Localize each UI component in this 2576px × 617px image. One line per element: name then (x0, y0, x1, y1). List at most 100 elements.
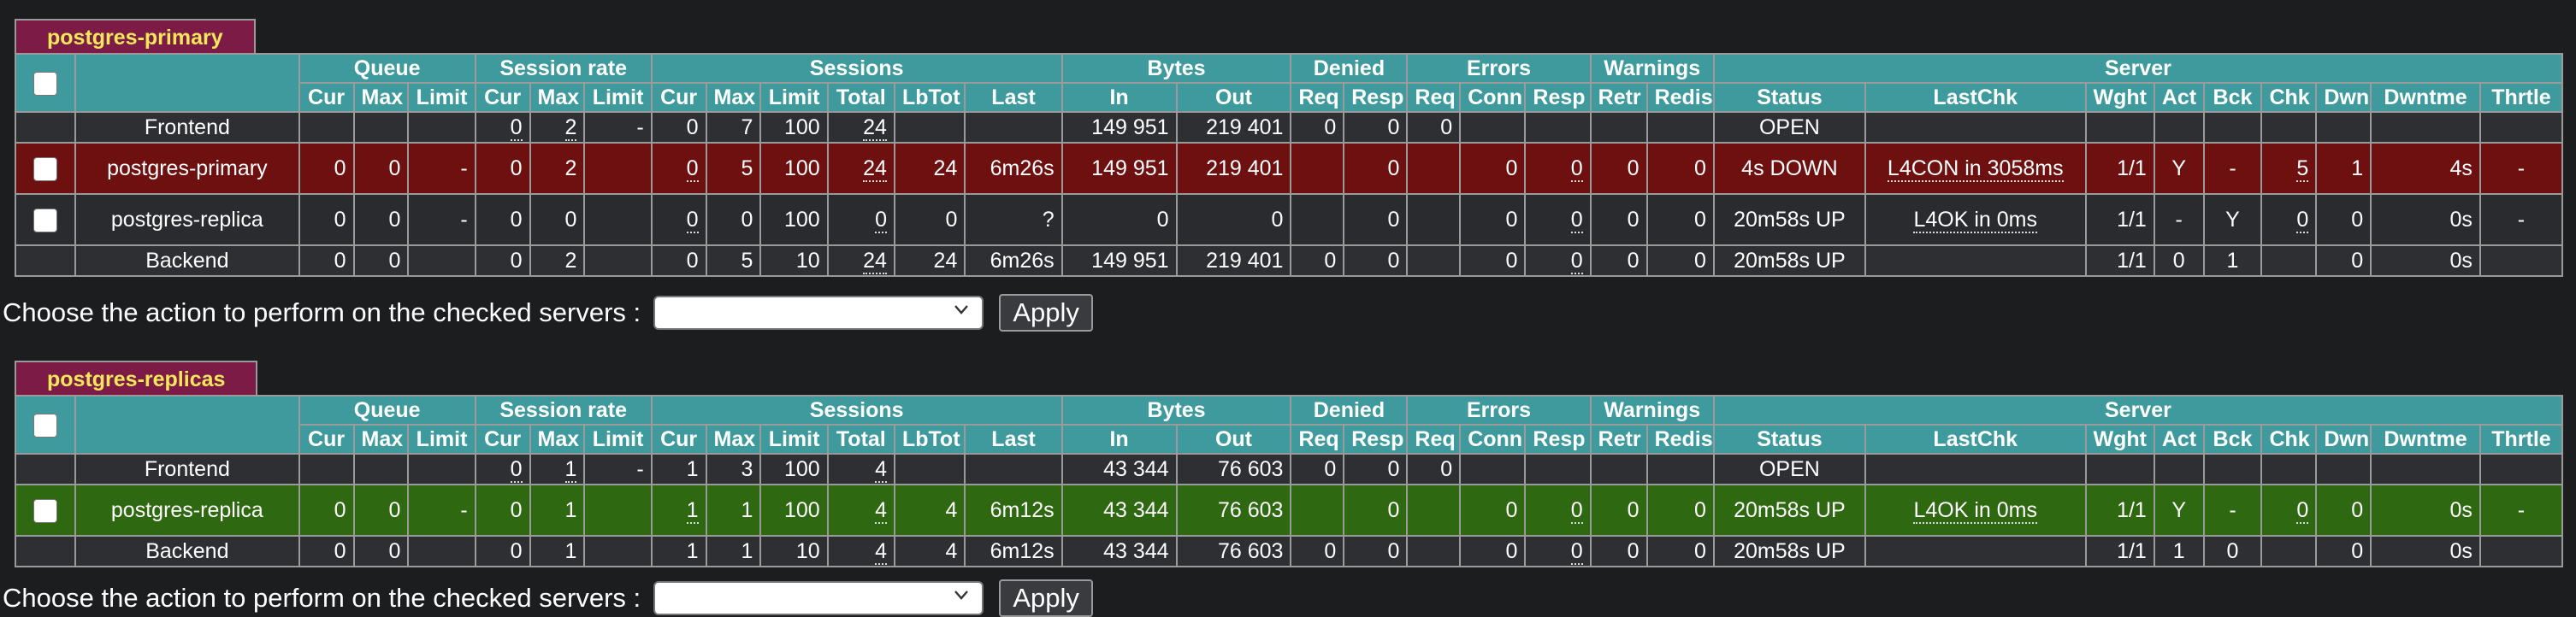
stat-cell: 0 (1343, 484, 1409, 537)
stat-cell: 7 (705, 111, 762, 144)
stat-cell (1459, 111, 1527, 144)
column-header: In (1061, 424, 1178, 455)
stat-tooltip-value[interactable]: 4 (875, 538, 887, 565)
stat-cell (2202, 111, 2263, 144)
column-header: Max (705, 424, 762, 455)
stat-tooltip-value[interactable]: 24 (863, 156, 887, 182)
server-checkbox[interactable] (33, 156, 58, 181)
stat-cell: 1 (705, 484, 762, 537)
column-header: Chk (2260, 424, 2318, 455)
stat-cell: - (407, 484, 476, 537)
stat-cell: 2 (529, 111, 586, 144)
select-all-checkbox[interactable] (33, 71, 58, 96)
lastchk-value[interactable]: L4OK in 0ms (1913, 207, 2037, 233)
stat-tooltip-value[interactable]: 0 (1570, 538, 1583, 565)
stat-cell (352, 111, 410, 144)
stat-tooltip-value[interactable]: 0 (510, 456, 523, 483)
stat-cell: ? (964, 193, 1063, 246)
stat-tooltip-value[interactable]: 0 (1570, 248, 1583, 274)
stat-cell: 0 (1589, 484, 1648, 537)
stat-cell: 1 (529, 535, 586, 567)
stat-cell (2153, 111, 2205, 144)
stat-cell (1645, 453, 1715, 485)
stat-tooltip-value[interactable]: 0 (2296, 497, 2309, 524)
stat-tooltip-value[interactable]: 5 (2296, 156, 2309, 182)
column-header: Retr (1589, 424, 1648, 455)
stat-tooltip-value[interactable]: 0 (875, 207, 887, 233)
stat-cell: 0 (1645, 484, 1715, 537)
stat-cell (2084, 453, 2155, 485)
stat-cell: 0 (1645, 142, 1715, 195)
select-all-checkbox[interactable] (33, 413, 58, 438)
server-checkbox[interactable] (33, 498, 58, 523)
row-name: Backend (74, 244, 300, 277)
stat-cell (2202, 453, 2263, 485)
stat-cell: 6m12s (964, 484, 1063, 537)
stat-cell: 1 (650, 535, 707, 567)
column-header: Redis (1645, 82, 1715, 113)
checkbox-cell (14, 193, 77, 246)
stat-cell: 0 (352, 535, 410, 567)
server-checkbox[interactable] (33, 208, 58, 232)
stat-tooltip-value[interactable]: 0 (686, 156, 699, 182)
stat-cell: 0 (826, 193, 895, 246)
column-header: Bck (2202, 82, 2263, 113)
apply-button[interactable]: Apply (999, 579, 1093, 617)
column-header: Act (2153, 82, 2205, 113)
stat-tooltip-value[interactable]: 0 (1570, 207, 1583, 233)
stat-cell: 0 (1343, 111, 1409, 144)
proxy-name-tab[interactable]: postgres-primary (15, 19, 256, 53)
stat-cell (2260, 111, 2318, 144)
stat-tooltip-value[interactable]: 1 (686, 497, 699, 524)
stat-cell (583, 535, 653, 567)
column-header: LastChk (1864, 424, 2087, 455)
server-name[interactable]: postgres-primary (74, 142, 300, 195)
stat-cell: 1 (2315, 142, 2372, 195)
stat-tooltip-value[interactable]: 0 (2296, 207, 2309, 233)
stat-tooltip-value[interactable]: 2 (564, 115, 577, 141)
stat-tooltip-value[interactable]: 0 (1570, 156, 1583, 182)
stat-cell: 100 (759, 193, 829, 246)
stat-tooltip-value[interactable]: 1 (564, 456, 577, 483)
column-header: In (1061, 82, 1178, 113)
stat-tooltip-value[interactable]: 4 (875, 456, 887, 483)
column-header: Out (1175, 424, 1292, 455)
stats-table: Queue Session rate Sessions Bytes Denied… (14, 395, 2564, 567)
stat-cell: 149 951 (1061, 142, 1178, 195)
group-header: Queue (298, 395, 476, 426)
column-header: Status (1712, 424, 1867, 455)
chevron-down-icon (954, 305, 968, 314)
lastchk-value[interactable]: L4CON in 3058ms (1887, 156, 2064, 182)
stat-cell: 43 344 (1061, 535, 1178, 567)
stat-tooltip-value[interactable]: 0 (1570, 497, 1583, 524)
stat-cell: 1/1 (2084, 193, 2155, 246)
stat-cell (2479, 453, 2564, 485)
stat-cell: 0 (352, 484, 410, 537)
stat-cell (1864, 453, 2087, 485)
stat-cell (1645, 111, 1715, 144)
stat-cell: 0 (474, 193, 531, 246)
action-select[interactable] (653, 295, 984, 330)
stat-tooltip-value[interactable]: 4 (875, 497, 887, 524)
column-header: Max (352, 82, 410, 113)
column-header: Dwntme (2370, 82, 2481, 113)
lastchk-value[interactable]: L4OK in 0ms (1913, 497, 2037, 524)
column-header: Bck (2202, 424, 2263, 455)
apply-button[interactable]: Apply (999, 293, 1093, 332)
stat-tooltip-value[interactable]: 24 (863, 115, 887, 141)
stat-cell: 0 (1459, 484, 1527, 537)
server-name[interactable]: postgres-replica (74, 484, 300, 537)
stat-tooltip-value[interactable]: 0 (686, 207, 699, 233)
stat-cell (1589, 453, 1648, 485)
action-select[interactable] (653, 580, 984, 615)
stat-cell: 0 (352, 193, 410, 246)
stat-tooltip-value[interactable]: 24 (863, 248, 887, 274)
stat-tooltip-value[interactable]: 0 (510, 115, 523, 141)
proxy-name-tab[interactable]: postgres-replicas (15, 361, 258, 395)
server-name[interactable]: postgres-replica (74, 193, 300, 246)
stat-cell (1406, 484, 1462, 537)
status-cell: 4s DOWN (1712, 142, 1867, 195)
stat-cell: 0 (1645, 193, 1715, 246)
stat-cell (893, 453, 966, 485)
stat-cell: 5 (2260, 142, 2318, 195)
